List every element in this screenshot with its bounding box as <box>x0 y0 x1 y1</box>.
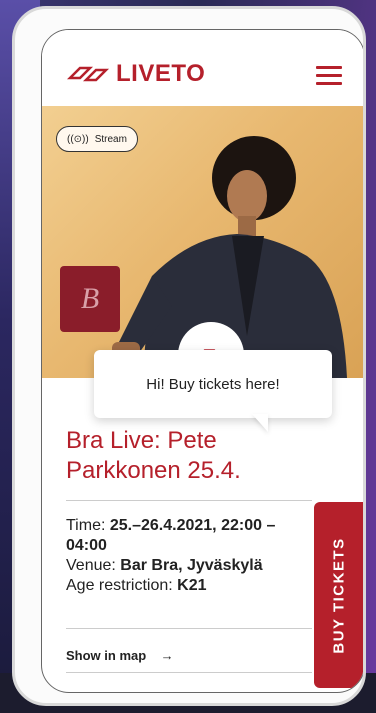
event-title: Bra Live: Pete Parkkonen 25.4. <box>66 427 241 484</box>
show-in-map-link[interactable]: Show in map → <box>66 648 174 663</box>
divider-top <box>66 500 312 501</box>
phone-screen: LIVETO ((⊙)) Stream B Hi! Buy tickets he… <box>41 29 363 693</box>
brand-logo[interactable]: LIVETO <box>66 60 205 88</box>
venue-row: Venue: Bar Bra, Jyväskylä <box>66 556 286 576</box>
arrow-right-icon: → <box>160 648 174 663</box>
liveto-logo-icon <box>66 66 110 82</box>
event-details: Time: 25.–26.4.2021, 22:00 – 04:00 Venue… <box>66 516 286 596</box>
venue-label: Venue: <box>66 557 116 574</box>
age-label: Age restriction: <box>66 577 173 594</box>
age-row: Age restriction: K21 <box>66 576 286 596</box>
broadcast-icon: ((⊙)) <box>67 133 89 145</box>
chat-bubble[interactable]: Hi! Buy tickets here! <box>94 350 332 418</box>
chat-bubble-text: Hi! Buy tickets here! <box>146 375 280 393</box>
venue-value: Bar Bra, Jyväskylä <box>120 557 263 574</box>
hamburger-menu-icon[interactable] <box>316 66 342 86</box>
buy-tickets-button[interactable]: BUY TICKETS <box>314 502 363 688</box>
time-row: Time: 25.–26.4.2021, 22:00 – 04:00 <box>66 516 286 556</box>
buy-tickets-label: BUY TICKETS <box>330 536 348 654</box>
time-label: Time: <box>66 517 106 534</box>
phone-frame: LIVETO ((⊙)) Stream B Hi! Buy tickets he… <box>12 6 366 706</box>
age-value: K21 <box>177 577 207 594</box>
venue-avatar: B <box>60 266 120 332</box>
app-header: LIVETO <box>42 30 363 106</box>
divider-bottom <box>66 672 312 673</box>
stream-badge-label: Stream <box>94 133 127 145</box>
show-in-map-label: Show in map <box>66 648 147 663</box>
divider-middle <box>66 628 312 629</box>
stream-badge: ((⊙)) Stream <box>56 126 138 152</box>
brand-name: LIVETO <box>116 60 206 87</box>
